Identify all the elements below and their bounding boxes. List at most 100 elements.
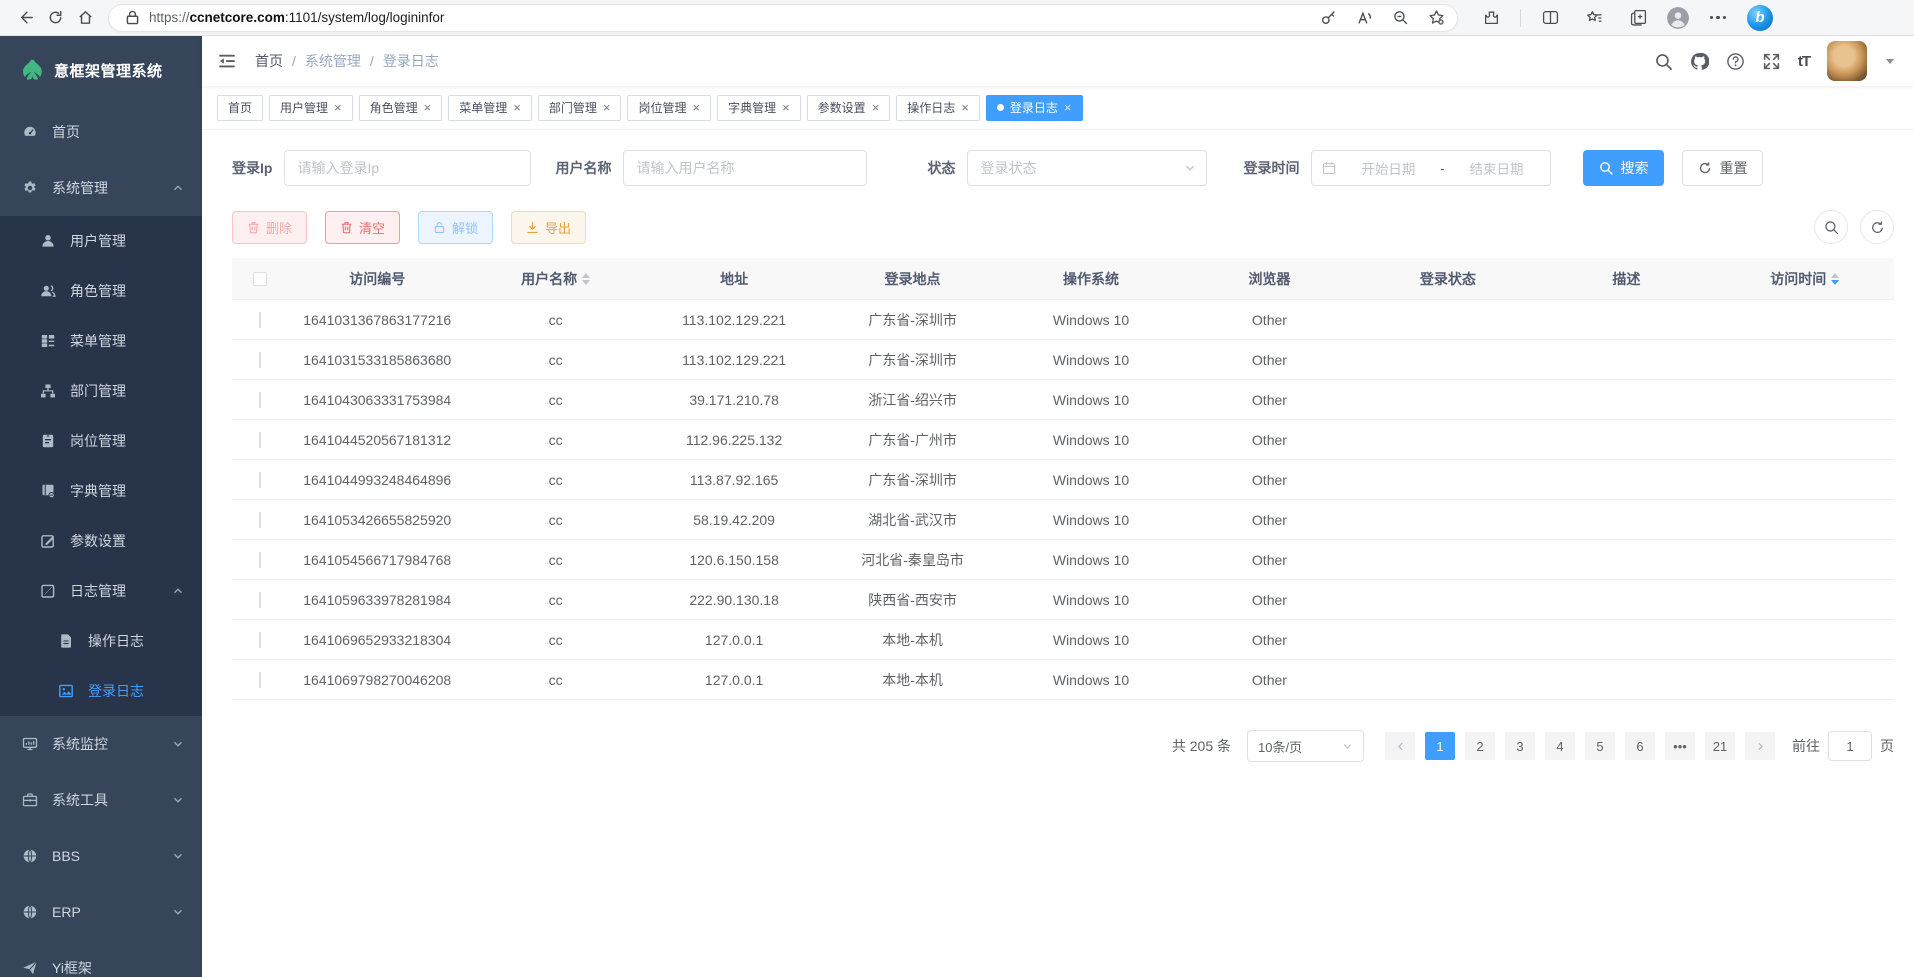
sidebar-item[interactable]: 登录日志 bbox=[0, 666, 202, 716]
sidebar-item[interactable]: 部门管理 bbox=[0, 366, 202, 416]
tab-部门管理[interactable]: 部门管理× bbox=[538, 95, 622, 121]
browser-back-icon[interactable] bbox=[10, 3, 40, 33]
row-checkbox[interactable] bbox=[259, 312, 261, 328]
collections-icon[interactable] bbox=[1623, 3, 1653, 33]
help-icon[interactable] bbox=[1726, 52, 1745, 71]
split-screen-icon[interactable] bbox=[1535, 3, 1565, 33]
next-page-button[interactable] bbox=[1745, 732, 1775, 760]
page-button-5[interactable]: 5 bbox=[1585, 732, 1615, 760]
sidebar-item[interactable]: 角色管理 bbox=[0, 266, 202, 316]
goto-page-input[interactable] bbox=[1828, 731, 1872, 761]
row-checkbox[interactable] bbox=[259, 472, 261, 488]
row-checkbox[interactable] bbox=[259, 512, 261, 528]
show-search-toggle-button[interactable] bbox=[1814, 210, 1848, 244]
row-checkbox[interactable] bbox=[259, 432, 261, 448]
bing-copilot-icon[interactable]: b bbox=[1747, 5, 1773, 31]
tab-close-icon[interactable]: × bbox=[603, 101, 611, 114]
tab-菜单管理[interactable]: 菜单管理× bbox=[448, 95, 532, 121]
sort-caret-icon[interactable] bbox=[1831, 273, 1839, 285]
sidebar-item[interactable]: 参数设置 bbox=[0, 516, 202, 566]
sidebar-item[interactable]: 用户管理 bbox=[0, 216, 202, 266]
sidebar-item[interactable]: 菜单管理 bbox=[0, 316, 202, 366]
page-button-3[interactable]: 3 bbox=[1505, 732, 1535, 760]
tab-登录日志[interactable]: 登录日志× bbox=[986, 95, 1083, 121]
row-checkbox[interactable] bbox=[259, 352, 261, 368]
extensions-puzzle-icon[interactable] bbox=[1476, 3, 1506, 33]
row-checkbox[interactable] bbox=[259, 552, 261, 568]
sidebar-item[interactable]: 日志管理 bbox=[0, 566, 202, 616]
tab-首页[interactable]: 首页 bbox=[217, 95, 263, 121]
sidebar-item[interactable]: 操作日志 bbox=[0, 616, 202, 666]
page-button-2[interactable]: 2 bbox=[1465, 732, 1495, 760]
status-select[interactable]: 登录状态 bbox=[967, 150, 1207, 186]
add-favorite-star-icon[interactable] bbox=[1425, 7, 1447, 29]
browser-profile-avatar[interactable] bbox=[1667, 7, 1689, 29]
unlock-button[interactable]: 解锁 bbox=[418, 211, 493, 244]
sidebar-item[interactable]: 系统监控 bbox=[0, 716, 202, 772]
browser-settings-more-icon[interactable] bbox=[1703, 3, 1733, 33]
more-pages-button[interactable]: ••• bbox=[1665, 732, 1695, 760]
tab-操作日志[interactable]: 操作日志× bbox=[896, 95, 980, 121]
tab-岗位管理[interactable]: 岗位管理× bbox=[627, 95, 711, 121]
browser-refresh-icon[interactable] bbox=[40, 3, 70, 33]
reset-button[interactable]: 重置 bbox=[1682, 150, 1763, 186]
tab-用户管理[interactable]: 用户管理× bbox=[269, 95, 353, 121]
password-key-icon[interactable] bbox=[1317, 7, 1339, 29]
sort-caret-icon[interactable] bbox=[582, 273, 590, 285]
browser-home-icon[interactable] bbox=[70, 3, 100, 33]
tab-close-icon[interactable]: × bbox=[872, 101, 880, 114]
breadcrumb-home[interactable]: 首页 bbox=[255, 51, 283, 71]
clear-button[interactable]: 清空 bbox=[325, 211, 400, 244]
column-header[interactable]: 访问时间 bbox=[1716, 269, 1894, 289]
sidebar-item[interactable]: 字典管理 bbox=[0, 466, 202, 516]
sidebar-item[interactable]: 系统管理 bbox=[0, 160, 202, 216]
page-size-select[interactable]: 10条/页 bbox=[1247, 730, 1364, 762]
site-permissions-lock-icon[interactable] bbox=[123, 9, 141, 27]
delete-button[interactable]: 删除 bbox=[232, 211, 307, 244]
tab-close-icon[interactable]: × bbox=[334, 101, 342, 114]
user-avatar[interactable] bbox=[1827, 41, 1867, 81]
tab-close-icon[interactable]: × bbox=[961, 101, 969, 114]
github-icon[interactable] bbox=[1690, 52, 1709, 71]
page-button-4[interactable]: 4 bbox=[1545, 732, 1575, 760]
select-all-checkbox[interactable] bbox=[253, 272, 267, 286]
tab-close-icon[interactable]: × bbox=[513, 101, 521, 114]
row-checkbox[interactable] bbox=[259, 672, 261, 688]
export-button[interactable]: 导出 bbox=[511, 211, 586, 244]
fullscreen-icon[interactable] bbox=[1762, 52, 1781, 71]
menu-fold-icon[interactable] bbox=[217, 51, 237, 71]
favorites-list-icon[interactable] bbox=[1579, 3, 1609, 33]
address-bar[interactable]: https://ccnetcore.com:1101/system/log/lo… bbox=[108, 4, 1458, 32]
username-input[interactable] bbox=[623, 150, 867, 186]
sidebar-item[interactable]: BBS bbox=[0, 828, 202, 884]
sidebar-item[interactable]: 系统工具 bbox=[0, 772, 202, 828]
tab-close-icon[interactable]: × bbox=[1064, 101, 1072, 114]
row-checkbox[interactable] bbox=[259, 592, 261, 608]
tab-参数设置[interactable]: 参数设置× bbox=[807, 95, 891, 121]
row-checkbox[interactable] bbox=[259, 392, 261, 408]
read-aloud-icon[interactable] bbox=[1353, 7, 1375, 29]
sidebar-item[interactable]: ERP bbox=[0, 884, 202, 940]
prev-page-button[interactable] bbox=[1385, 732, 1415, 760]
search-button[interactable]: 搜索 bbox=[1583, 150, 1664, 186]
row-checkbox[interactable] bbox=[259, 632, 261, 648]
page-button-21[interactable]: 21 bbox=[1705, 732, 1735, 760]
tab-close-icon[interactable]: × bbox=[782, 101, 790, 114]
avatar-dropdown-caret-icon[interactable] bbox=[1886, 59, 1894, 64]
page-button-6[interactable]: 6 bbox=[1625, 732, 1655, 760]
refresh-table-button[interactable] bbox=[1860, 210, 1894, 244]
date-range-picker[interactable]: 开始日期 - 结束日期 bbox=[1311, 150, 1551, 186]
zoom-out-icon[interactable] bbox=[1389, 7, 1411, 29]
tab-字典管理[interactable]: 字典管理× bbox=[717, 95, 801, 121]
login-ip-input[interactable] bbox=[284, 150, 531, 186]
page-button-1[interactable]: 1 bbox=[1425, 732, 1455, 760]
font-size-icon[interactable]: tT bbox=[1798, 53, 1810, 70]
breadcrumb-system[interactable]: 系统管理 bbox=[305, 51, 361, 71]
tab-角色管理[interactable]: 角色管理× bbox=[359, 95, 443, 121]
column-header[interactable]: 用户名称 bbox=[466, 269, 644, 289]
tab-close-icon[interactable]: × bbox=[424, 101, 432, 114]
sidebar-item[interactable]: 岗位管理 bbox=[0, 416, 202, 466]
sidebar-item[interactable]: Yi框架 bbox=[0, 940, 202, 977]
tab-close-icon[interactable]: × bbox=[692, 101, 700, 114]
sidebar-item[interactable]: 首页 bbox=[0, 104, 202, 160]
